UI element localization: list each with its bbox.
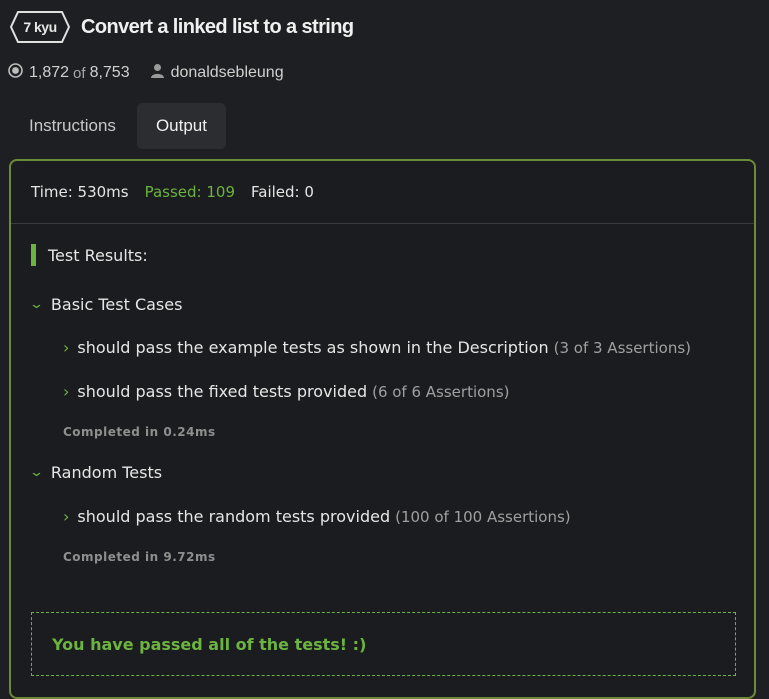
kata-meta: 1,872 of 8,753 donaldsebleung [8,62,284,84]
rank-position: 1,872 [29,64,70,81]
test-item[interactable]: › should pass the example tests as shown… [63,338,691,357]
chevron-down-icon: ⌄ [28,296,45,312]
chevron-right-icon: › [63,507,70,526]
author-link[interactable]: donaldsebleung [150,63,284,83]
time-stat: Time: 530ms [31,183,129,201]
test-name: should pass the fixed tests provided [77,382,368,401]
of-label: of [73,64,86,82]
test-item[interactable]: › should pass the fixed tests provided (… [63,382,509,401]
rank-target-icon [8,63,23,83]
completed-time: Completed in 0.24ms [63,425,216,439]
rank-total: 8,753 [89,64,130,81]
stats-bar: Time: 530ms Passed: 109 Failed: 0 [11,161,754,224]
success-message: You have passed all of the tests! :) [31,612,736,676]
rank-label: 7 kyu [23,19,57,35]
passed-stat: Passed: 109 [144,183,235,201]
failed-stat: Failed: 0 [251,183,314,201]
test-results-heading: Test Results: [31,243,148,267]
kata-title[interactable]: Convert a linked list to a string [81,16,354,39]
chevron-down-icon: ⌄ [28,464,45,480]
kata-header: 7 kyu Convert a linked list to a string [10,10,354,44]
output-panel: Time: 530ms Passed: 109 Failed: 0 Test R… [9,159,756,699]
success-text: You have passed all of the tests! :) [52,634,367,654]
tab-bar: Instructions Output [10,103,226,149]
test-name: should pass the example tests as shown i… [77,338,549,357]
assertion-count: (6 of 6 Assertions) [372,383,510,401]
assertion-count: (3 of 3 Assertions) [553,339,691,357]
group-title: Random Tests [50,462,163,482]
tab-output[interactable]: Output [136,103,226,149]
user-icon [150,63,165,83]
test-group-random[interactable]: ⌄ Random Tests [28,461,163,483]
rank-badge: 7 kyu [10,11,70,43]
test-name: should pass the random tests provided [77,507,391,526]
tab-instructions[interactable]: Instructions [10,103,135,149]
heading-text: Test Results: [48,245,148,265]
heading-accent-bar [31,244,36,266]
group-title: Basic Test Cases [50,294,183,314]
chevron-right-icon: › [63,382,70,401]
assertion-count: (100 of 100 Assertions) [395,508,571,526]
chevron-right-icon: › [63,338,70,357]
completed-time: Completed in 9.72ms [63,550,216,564]
test-item[interactable]: › should pass the random tests provided … [63,507,571,526]
author-name: donaldsebleung [170,64,284,81]
test-group-basic[interactable]: ⌄ Basic Test Cases [28,293,183,315]
